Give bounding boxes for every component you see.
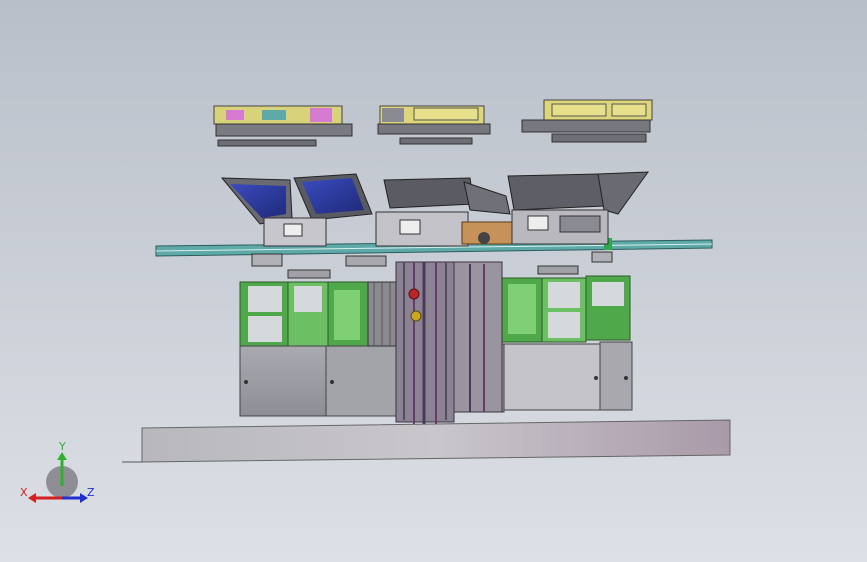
base-plate[interactable]: [122, 419, 731, 463]
cad-viewport[interactable]: [0, 0, 867, 562]
workstation-right[interactable]: [507, 171, 650, 275]
exploded-assembly-right[interactable]: [521, 99, 653, 143]
x-axis-label: X: [20, 486, 28, 499]
x-arrow-head: [28, 493, 36, 503]
y-arrow-head: [57, 452, 67, 460]
left-green-frame: [239, 281, 369, 347]
exploded-assembly-left[interactable]: [213, 105, 353, 147]
exploded-assembly-center[interactable]: [377, 105, 491, 145]
view-orientation-triad[interactable]: Y X Z: [18, 438, 98, 510]
right-green-frame: [501, 275, 631, 343]
y-axis-label: Y: [58, 440, 66, 453]
lower-cabinet[interactable]: [239, 261, 633, 424]
z-axis-label: Z: [87, 486, 95, 499]
